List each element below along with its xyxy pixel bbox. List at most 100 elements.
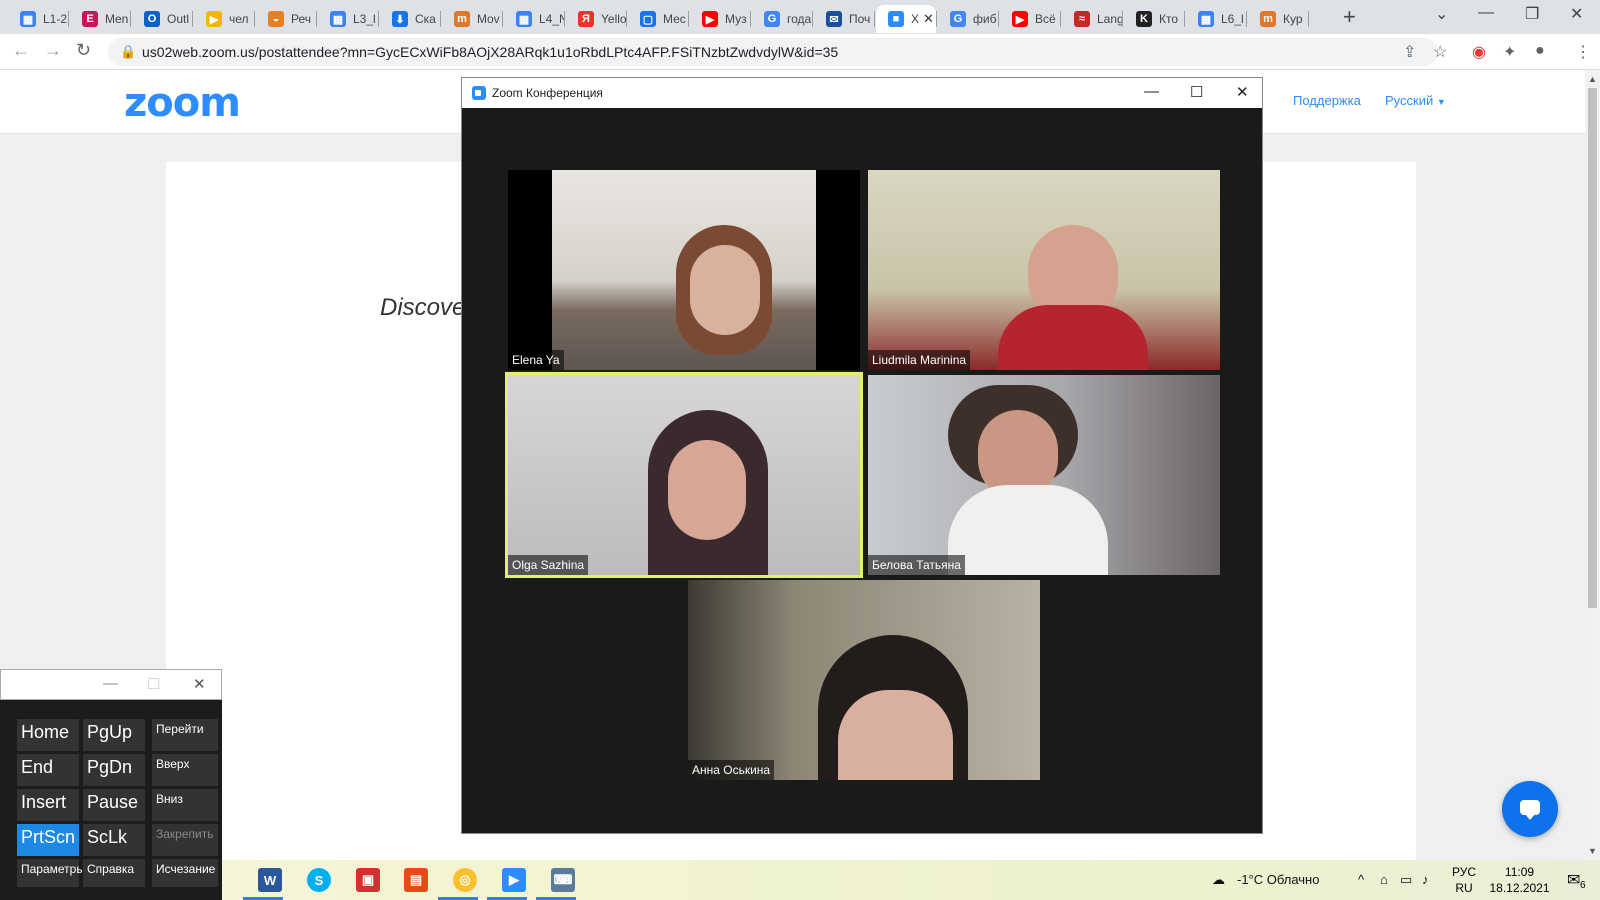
browser-tab[interactable]: ▦ L4_N [504,5,564,33]
osk-key[interactable]: Справка [83,859,145,887]
browser-tab[interactable]: ▢ Мес [628,5,688,33]
osk-key[interactable]: Исчезание [152,859,218,887]
video-tile-belova[interactable]: Белова Татьяна [868,375,1220,575]
osk-key[interactable]: Home [17,719,79,751]
lang-top: РУС [1452,865,1477,879]
tab-search-icon[interactable]: ⌄ [1435,4,1448,24]
chat-button[interactable] [1502,781,1558,837]
reader-icon[interactable]: ▣ [356,868,380,892]
osk-key[interactable]: ScLk [83,824,145,856]
participant-body [948,485,1108,575]
scroll-up-icon[interactable]: ▲ [1588,74,1597,84]
bookmark-star-icon[interactable]: ☆ [1433,42,1447,62]
forward-icon[interactable]: → [44,40,62,61]
page-scrollbar[interactable]: ▲ ▼ [1585,70,1600,860]
support-link[interactable]: Поддержка [1293,93,1361,108]
osk-key[interactable]: PgDn [83,754,145,786]
browser-tab[interactable]: Gфиб [938,5,998,33]
browser-tab[interactable]: ▶ Муз [690,5,750,33]
zoom-close-icon[interactable]: ✕ [1236,83,1249,101]
browser-tab[interactable]: ▶ чел [194,5,254,33]
language-label: Русский [1385,93,1434,108]
notifications-icon[interactable]: ✉ [1567,870,1580,890]
restore-icon[interactable]: ❐ [1525,4,1539,24]
browser-tab[interactable]: Gгода [752,5,812,33]
back-icon[interactable]: ← [12,40,30,61]
weather-icon: ☁ [1212,872,1225,887]
browser-tab[interactable]: Я Yello [566,5,626,33]
tab-favicon-icon: G [950,11,966,27]
zoom-taskbar-icon[interactable]: ▶ [502,868,526,892]
tab-favicon-icon: G [764,11,780,27]
osk-key[interactable]: Вверх [152,754,218,786]
reload-icon[interactable]: ↻ [76,40,91,61]
osk-key[interactable]: PrtScn [17,824,79,856]
browser-tab[interactable]: ▦ L1-2 [8,5,68,33]
volume-icon[interactable]: ♪ [1422,872,1429,887]
zoom-minimize-icon[interactable]: — [1144,83,1159,100]
network-icon[interactable]: ⌂ [1380,872,1388,887]
video-tile-anna[interactable]: Анна Оськина [688,580,1040,780]
tab-label: Муз [725,12,747,26]
input-language[interactable]: РУС RU [1452,864,1476,896]
browser-tab[interactable]: ▶ Всё [1000,5,1060,33]
zoom-logo[interactable]: zoom [124,80,241,126]
browser-tab[interactable]: ✉ Поч [814,5,874,33]
caret-down-icon: ▼ [1436,97,1446,107]
browser-tab[interactable]: ≈ Lang [1062,5,1122,33]
participant-face [690,245,760,335]
battery-icon[interactable]: ▭ [1400,872,1412,888]
scroll-down-icon[interactable]: ▼ [1588,846,1597,856]
clock[interactable]: 11:09 18.12.2021 [1487,864,1552,896]
osk-key[interactable]: Перейти [152,719,218,751]
tab-label: Всё [1035,12,1056,26]
video-tile-liudmila[interactable]: Liudmila Marinina [868,170,1220,370]
osk-key[interactable]: End [17,754,79,786]
osk-key[interactable]: Pause [83,789,145,821]
profile-icon[interactable]: ● [1535,42,1545,60]
osk-key[interactable]: Insert [17,789,79,821]
osk-key[interactable]: PgUp [83,719,145,751]
osk-key[interactable]: Закрепить [152,824,218,856]
document-app-icon[interactable]: ▤ [404,868,428,892]
browser-tab[interactable]: ⬇ Ска [380,5,440,33]
browser-tab[interactable]: ■ Х ✕ [876,5,936,33]
scroll-thumb[interactable] [1588,88,1597,608]
show-hidden-icons[interactable]: ^ [1358,872,1364,887]
menu-icon[interactable]: ⋮ [1575,42,1591,62]
browser-tab[interactable]: m Кур [1248,5,1308,33]
video-tile-olga[interactable]: Olga Sazhina [505,372,863,578]
chrome-icon[interactable]: ◎ [453,868,477,892]
browser-tab[interactable]: m Mov [442,5,502,33]
skype-icon[interactable]: S [307,868,331,892]
browser-tab[interactable]: E Men [70,5,130,33]
weather-text[interactable]: -1°C Облачно [1237,872,1319,887]
tab-close-icon[interactable]: ✕ [923,11,934,27]
browser-tab[interactable]: ▦ L3_l [318,5,378,33]
osk-minimize-icon[interactable]: — [103,675,118,692]
tab-separator [1308,11,1309,27]
keyboard-app-icon[interactable]: ⌨ [551,868,575,892]
new-tab-button[interactable]: + [1343,4,1356,30]
osk-key[interactable]: Параметры [17,859,85,887]
share-icon[interactable]: ⇪ [1403,42,1416,62]
browser-tab[interactable]: ▦ L6_l [1186,5,1246,33]
opera-extension-icon[interactable]: ◉ [1472,42,1486,62]
url-text[interactable]: us02web.zoom.us/postattendee?mn=GycECxWi… [142,44,838,60]
video-tile-elena[interactable]: Elena Ya [508,170,860,370]
osk-close-icon[interactable]: ✕ [193,675,206,693]
browser-tab[interactable]: O Outl [132,5,192,33]
language-select[interactable]: Русский ▼ [1385,93,1446,108]
close-icon[interactable]: ✕ [1570,4,1583,24]
extensions-icon[interactable]: ✦ [1503,42,1516,62]
word-icon[interactable]: W [258,868,282,892]
minimize-icon[interactable]: — [1478,4,1494,22]
browser-tab[interactable]: K Кто [1124,5,1184,33]
tab-favicon-icon: m [1260,11,1276,27]
osk-key[interactable]: Вниз [152,789,218,821]
address-bar[interactable]: 🔒 us02web.zoom.us/postattendee?mn=GycECx… [108,38,1438,66]
browser-tab[interactable]: ◒ Реч [256,5,316,33]
clock-date: 18.12.2021 [1489,881,1550,895]
zoom-maximize-icon[interactable]: ☐ [1190,83,1203,101]
tab-bar: + ⌄ — ❐ ✕ ▦ L1-2 E Men O Outl ▶ чел ◒ Реч ▦ L3_l ⬇ Ск… [0,0,1600,34]
